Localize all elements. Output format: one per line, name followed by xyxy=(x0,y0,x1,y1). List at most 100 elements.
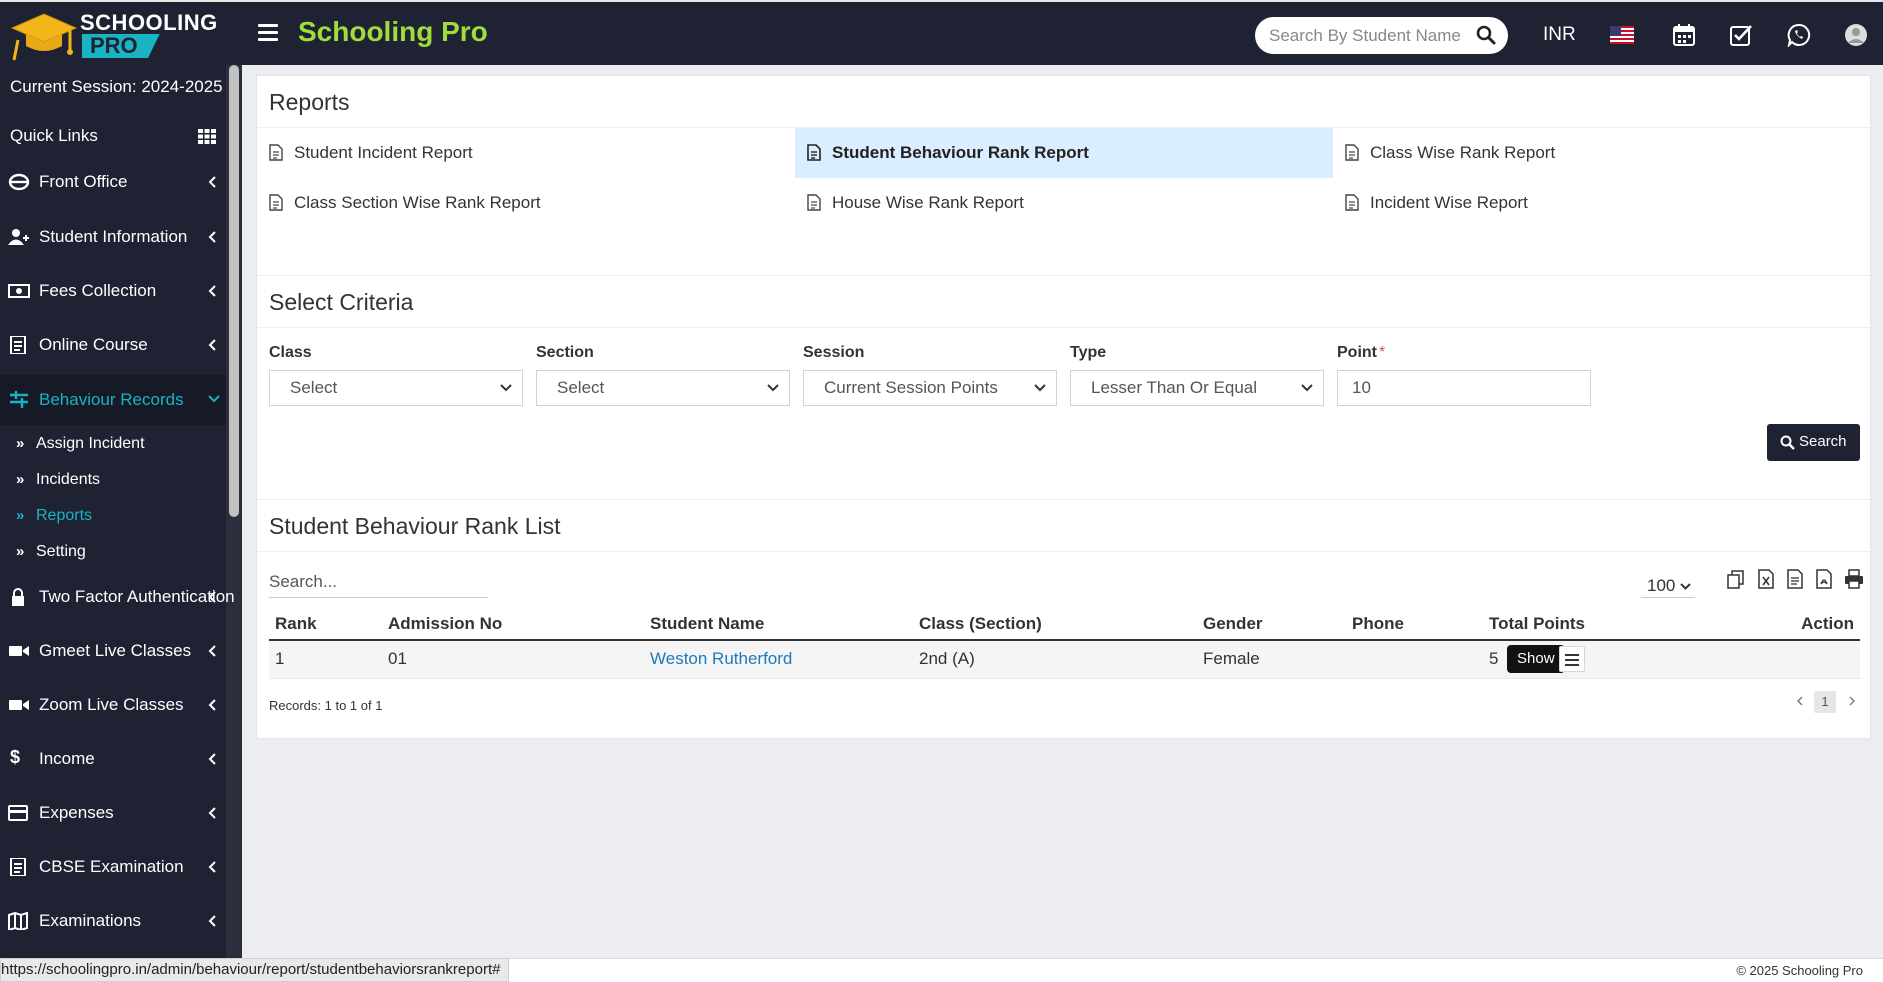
column-header[interactable]: Total Points xyxy=(1483,608,1683,641)
type-select[interactable]: Lesser Than Or Equal xyxy=(1070,370,1324,406)
point-input[interactable]: 10 xyxy=(1337,370,1591,406)
student-search-input[interactable] xyxy=(1269,25,1461,47)
report-links: Student Incident Report Student Behaviou… xyxy=(257,128,1870,276)
search-icon[interactable] xyxy=(1476,25,1496,45)
print-icon[interactable] xyxy=(1843,568,1865,590)
type-select-value: Lesser Than Or Equal xyxy=(1091,378,1257,397)
column-header[interactable]: Rank xyxy=(269,608,382,641)
section-label: Section xyxy=(536,344,594,361)
sidebar-item-label: Two Factor Authentication xyxy=(39,587,235,606)
submenu-incidents[interactable]: » Incidents xyxy=(0,465,226,495)
sidebar-item-front-office[interactable]: Front Office xyxy=(0,160,226,204)
calendar-icon[interactable] xyxy=(1672,23,1696,47)
search-button[interactable]: Search xyxy=(1767,424,1860,461)
point-field: Point * 10 xyxy=(1337,344,1591,406)
sidebar-item-online-course[interactable]: Online Course xyxy=(0,323,226,367)
report-link-label: Class Section Wise Rank Report xyxy=(294,193,541,212)
excel-icon[interactable] xyxy=(1755,568,1777,590)
chevron-down-icon xyxy=(767,384,779,392)
session-select[interactable]: Current Session Points xyxy=(803,370,1057,406)
sidebar-item-cbse-examination[interactable]: CBSE Examination xyxy=(0,845,226,889)
sidebar-item-fees-collection[interactable]: Fees Collection xyxy=(0,269,226,313)
csv-icon[interactable] xyxy=(1784,568,1806,590)
report-link-class-section-wise-rank[interactable]: Class Section Wise Rank Report xyxy=(257,178,795,228)
sidebar-scrollbar[interactable] xyxy=(229,65,239,517)
sidebar-item-income[interactable]: $ Income xyxy=(0,737,226,781)
chevron-left-icon xyxy=(208,591,216,603)
reports-panel: Reports Student Incident Report Student … xyxy=(256,75,1871,739)
chevron-left-icon[interactable] xyxy=(1795,694,1805,708)
sidebar-item-label: Fees Collection xyxy=(39,281,157,300)
quick-links-label: Quick Links xyxy=(10,126,98,145)
logo-text: SCHOOLING xyxy=(80,10,218,35)
sidebar-item-expenses[interactable]: Expenses xyxy=(0,791,226,835)
criteria-title: Select Criteria xyxy=(269,289,414,315)
chevron-left-icon xyxy=(208,645,216,657)
page-number[interactable]: 1 xyxy=(1814,691,1836,713)
submenu-label: Reports xyxy=(36,507,93,524)
sidebar-item-two-factor-authentication[interactable]: Two Factor Authentication xyxy=(0,575,235,619)
sliders-icon xyxy=(10,391,28,408)
search-button-label: Search xyxy=(1799,433,1847,450)
currency-selector[interactable]: INR xyxy=(1543,24,1576,46)
action-cell xyxy=(1683,640,1860,679)
section-select[interactable]: Select xyxy=(536,370,790,406)
chevron-left-icon xyxy=(208,861,216,873)
report-link-house-wise-rank[interactable]: House Wise Rank Report xyxy=(795,178,1333,228)
submenu-assign-incident[interactable]: » Assign Incident xyxy=(0,429,226,459)
quick-links[interactable]: Quick Links xyxy=(0,113,226,157)
submenu-setting[interactable]: » Setting xyxy=(0,537,226,567)
double-chevron-icon: » xyxy=(16,543,25,560)
copyright: © 2025 Schooling Pro xyxy=(1736,963,1863,978)
submenu-label: Incidents xyxy=(36,471,101,488)
type-field: Type Lesser Than Or Equal xyxy=(1070,344,1324,406)
checkbox-icon[interactable] xyxy=(1729,23,1753,47)
sidebar-item-student-information[interactable]: Student Information xyxy=(0,215,226,259)
column-header[interactable]: Gender xyxy=(1197,608,1346,641)
double-chevron-icon: » xyxy=(16,507,25,524)
chevron-right-icon[interactable] xyxy=(1847,694,1857,708)
app-title: Schooling Pro xyxy=(298,16,488,47)
page-size-select[interactable]: 100 xyxy=(1641,574,1695,598)
user-avatar-icon[interactable] xyxy=(1844,23,1868,47)
sidebar-item-examinations[interactable]: Examinations xyxy=(0,899,226,943)
submenu-reports[interactable]: » Reports xyxy=(0,501,226,531)
sidebar-item-gmeet-live-classes[interactable]: Gmeet Live Classes xyxy=(0,629,226,673)
table-search-input[interactable] xyxy=(269,568,488,596)
sidebar-item-behaviour-records[interactable]: Behaviour Records xyxy=(0,375,226,425)
class-select[interactable]: Select xyxy=(269,370,523,406)
menu-icon xyxy=(1565,664,1579,666)
logo[interactable]: SCHOOLING PRO xyxy=(0,2,242,65)
report-link-student-behaviour-rank[interactable]: Student Behaviour Rank Report xyxy=(795,128,1333,178)
sidebar-item-label: Behaviour Records xyxy=(39,390,184,409)
column-header[interactable]: Action xyxy=(1683,608,1860,641)
sidebar-item-zoom-live-classes[interactable]: Zoom Live Classes xyxy=(0,683,226,727)
double-chevron-icon: » xyxy=(16,435,25,452)
whatsapp-icon[interactable] xyxy=(1787,23,1811,47)
criteria-form: Class Select Section Select Session Curr… xyxy=(257,328,1870,500)
row-action-menu-button[interactable] xyxy=(1559,646,1585,672)
column-header[interactable]: Class (Section) xyxy=(913,608,1197,641)
report-link-incident-wise[interactable]: Incident Wise Report xyxy=(1333,178,1871,228)
column-header[interactable]: Student Name xyxy=(644,608,913,641)
sidebar-item-label: CBSE Examination xyxy=(39,857,184,876)
section-field: Section Select xyxy=(536,344,790,406)
map-icon xyxy=(8,912,28,930)
us-flag-icon[interactable] xyxy=(1610,26,1634,44)
report-link-student-incident[interactable]: Student Incident Report xyxy=(257,128,795,178)
video-icon xyxy=(9,646,29,656)
student-name-link[interactable]: Weston Rutherford xyxy=(650,649,792,668)
column-header[interactable]: Admission No xyxy=(382,608,644,641)
grid-icon[interactable] xyxy=(198,129,216,144)
report-link-class-wise-rank[interactable]: Class Wise Rank Report xyxy=(1333,128,1871,178)
column-header[interactable]: Phone xyxy=(1346,608,1483,641)
status-bar-url: https://schoolingpro.in/admin/behaviour/… xyxy=(0,958,510,982)
sidebar-item-label: Front Office xyxy=(39,172,128,191)
pdf-icon[interactable] xyxy=(1813,568,1835,590)
chevron-down-icon xyxy=(1301,384,1313,392)
menu-toggle-icon[interactable] xyxy=(258,24,278,44)
copy-icon[interactable] xyxy=(1725,568,1747,590)
rank-cell: 1 xyxy=(269,640,382,679)
session-label: Session xyxy=(803,344,865,361)
sidebar-item-label: Gmeet Live Classes xyxy=(39,641,192,660)
